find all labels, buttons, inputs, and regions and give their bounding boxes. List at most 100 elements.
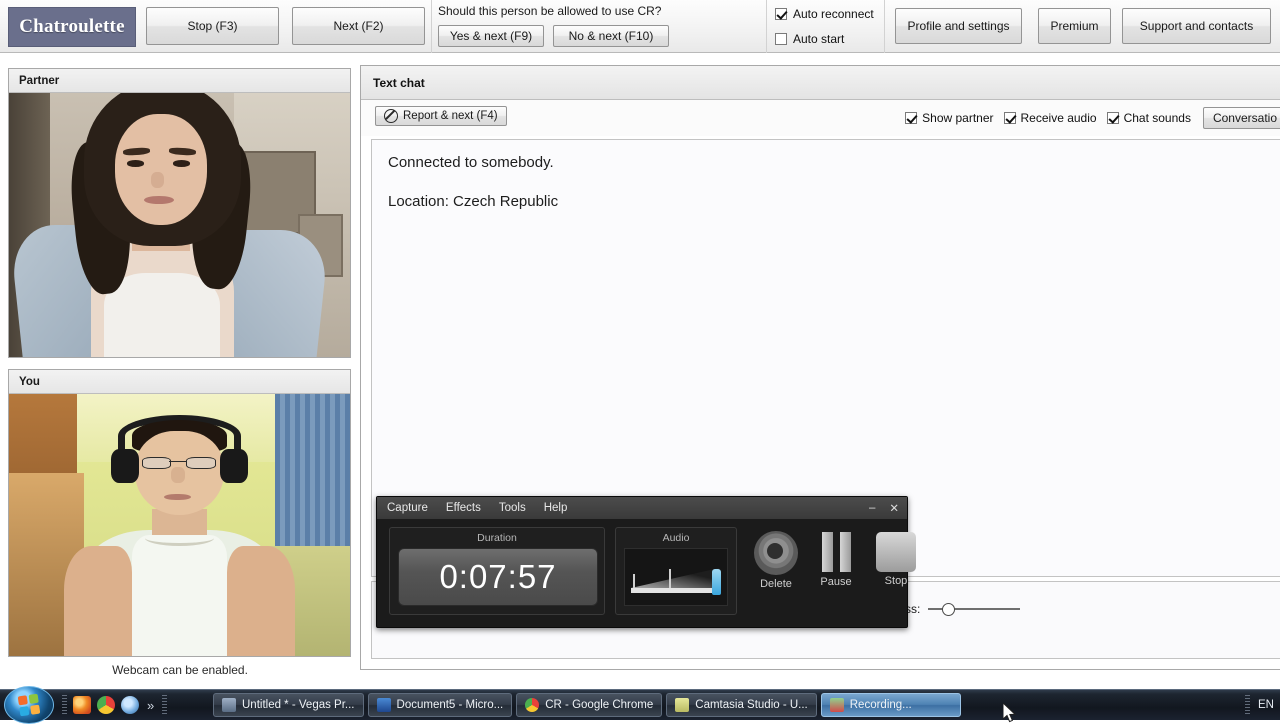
taskbar-item-vegas[interactable]: Untitled * - Vegas Pr... — [213, 693, 364, 717]
eyeglass-bridge — [169, 461, 187, 463]
chevron-overflow-icon[interactable]: » — [145, 698, 156, 713]
eyeglass-lens-left — [141, 456, 172, 470]
delete-icon — [754, 531, 798, 575]
no-and-next-button[interactable]: No & next (F10) — [553, 25, 669, 47]
header-divider-2 — [766, 0, 767, 53]
you-nose — [170, 467, 185, 484]
stop-recording-button[interactable]: Stop — [867, 531, 925, 587]
menu-effects[interactable]: Effects — [446, 502, 481, 514]
stop-button[interactable]: Stop (F3) — [146, 7, 279, 45]
webcam-status-note: Webcam can be enabled. — [112, 663, 248, 677]
menu-help[interactable]: Help — [544, 502, 568, 514]
pause-button[interactable]: Pause — [807, 531, 865, 588]
audio-tick — [633, 574, 635, 588]
you-video-feed[interactable] — [9, 394, 350, 656]
audio-slider-handle[interactable] — [712, 569, 721, 595]
drag-grip[interactable] — [62, 695, 67, 715]
taskbar-item-label: Document5 - Micro... — [396, 699, 504, 711]
chatroulette-logo: Chatroulette — [8, 7, 136, 47]
close-icon[interactable]: ✕ — [889, 501, 899, 515]
vegas-pro-icon — [222, 698, 236, 712]
header-divider-1 — [431, 0, 432, 53]
auto-start-label: Auto start — [793, 32, 845, 46]
stop-label: Stop — [884, 575, 908, 587]
conversation-button[interactable]: Conversatio — [1202, 107, 1280, 129]
drag-grip[interactable] — [1245, 695, 1251, 715]
app-header: Chatroulette Stop (F3) Next (F2) Should … — [0, 0, 1280, 53]
partner-face — [114, 114, 207, 225]
chrome-icon — [525, 698, 540, 712]
you-arm-right — [227, 545, 296, 656]
audio-level-meter[interactable] — [624, 548, 728, 606]
minimize-icon[interactable]: – — [869, 502, 875, 514]
yes-and-next-button[interactable]: Yes & next (F9) — [438, 25, 544, 47]
auto-reconnect-label: Auto reconnect — [793, 7, 874, 21]
menu-capture[interactable]: Capture — [387, 502, 428, 514]
you-panel-title: You — [9, 370, 350, 394]
delete-button[interactable]: Delete — [747, 531, 805, 590]
camtasia-recorder-icon — [829, 698, 844, 712]
partner-eye-left — [126, 160, 144, 167]
auto-reconnect-checkbox[interactable]: Auto reconnect — [775, 7, 874, 21]
camtasia-recorder-window[interactable]: Capture Effects Tools Help – ✕ Duration … — [376, 496, 916, 628]
start-button[interactable] — [4, 686, 54, 724]
partner-video-feed[interactable] — [9, 93, 350, 357]
stop-icon — [876, 532, 916, 572]
text-chat-title: Text chat — [361, 66, 1280, 100]
headphone-cup-right — [220, 449, 248, 484]
audio-label: Audio — [662, 532, 690, 544]
you-video-panel: You — [8, 369, 351, 657]
receive-audio-checkbox[interactable]: Receive audio — [1003, 111, 1097, 125]
partner-eye-right — [172, 160, 190, 167]
duration-label: Duration — [477, 532, 517, 544]
duration-group: Duration 0:07:57 — [389, 527, 605, 615]
quick-launch-bar: » — [62, 690, 168, 720]
chat-sounds-label: Chat sounds — [1123, 111, 1191, 125]
show-partner-checkbox[interactable]: Show partner — [905, 111, 994, 125]
firefox-icon[interactable] — [73, 696, 91, 714]
camtasia-icon — [675, 698, 690, 712]
camtasia-body: Duration 0:07:57 Audio Delete Pause Stop — [383, 523, 916, 621]
headphone-cup-left — [111, 449, 139, 484]
partner-video-panel: Partner — [8, 68, 351, 358]
taskbar-item-label: Recording... — [849, 699, 912, 711]
slider-knob[interactable] — [942, 603, 956, 616]
system-tray: EN — [1245, 690, 1274, 720]
report-and-next-button[interactable]: Report & next (F4) — [375, 106, 507, 126]
receive-audio-label: Receive audio — [1020, 111, 1097, 125]
thickness-slider[interactable] — [928, 603, 1021, 616]
taskbar-item-camtasia[interactable]: Camtasia Studio - U... — [666, 693, 817, 717]
partner-tank-top — [104, 272, 221, 357]
drag-grip[interactable] — [162, 695, 168, 715]
support-and-contacts-button[interactable]: Support and contacts — [1122, 8, 1271, 44]
chat-toolbar: Report & next (F4) Show partner Receive … — [361, 100, 1280, 136]
delete-label: Delete — [760, 578, 792, 590]
pause-label: Pause — [820, 576, 852, 588]
taskbar-item-word[interactable]: Document5 - Micro... — [367, 693, 513, 717]
partner-panel-title: Partner — [9, 69, 350, 93]
menu-tools[interactable]: Tools — [499, 502, 526, 514]
taskbar-item-chrome[interactable]: CR - Google Chrome — [516, 693, 663, 717]
taskbar-item-label: CR - Google Chrome — [545, 699, 654, 711]
premium-button[interactable]: Premium — [1038, 8, 1111, 44]
chat-sounds-checkbox[interactable]: Chat sounds — [1106, 111, 1191, 125]
profile-and-settings-button[interactable]: Profile and settings — [895, 8, 1022, 44]
taskbar-item-recording[interactable]: Recording... — [820, 693, 961, 717]
chrome-icon[interactable] — [97, 696, 115, 714]
audio-tick — [669, 569, 671, 588]
eyeglass-lens-right — [186, 456, 216, 470]
duration-readout: 0:07:57 — [398, 548, 598, 606]
language-indicator[interactable]: EN — [1258, 699, 1274, 711]
partner-nose — [150, 172, 165, 189]
checkbox-checked-icon — [1003, 112, 1016, 124]
auto-start-checkbox[interactable]: Auto start — [775, 32, 844, 46]
next-button[interactable]: Next (F2) — [292, 7, 425, 45]
you-arm-left — [63, 545, 132, 656]
taskbar-item-label: Camtasia Studio - U... — [695, 699, 808, 711]
media-player-icon[interactable] — [121, 696, 139, 714]
pause-icon — [816, 531, 856, 573]
window-controls: – ✕ — [869, 497, 899, 519]
video-column: Partner You Webcam can be enabled. — [0, 53, 360, 690]
checkbox-checked-icon — [905, 112, 918, 124]
checkbox-checked-icon — [775, 8, 787, 20]
